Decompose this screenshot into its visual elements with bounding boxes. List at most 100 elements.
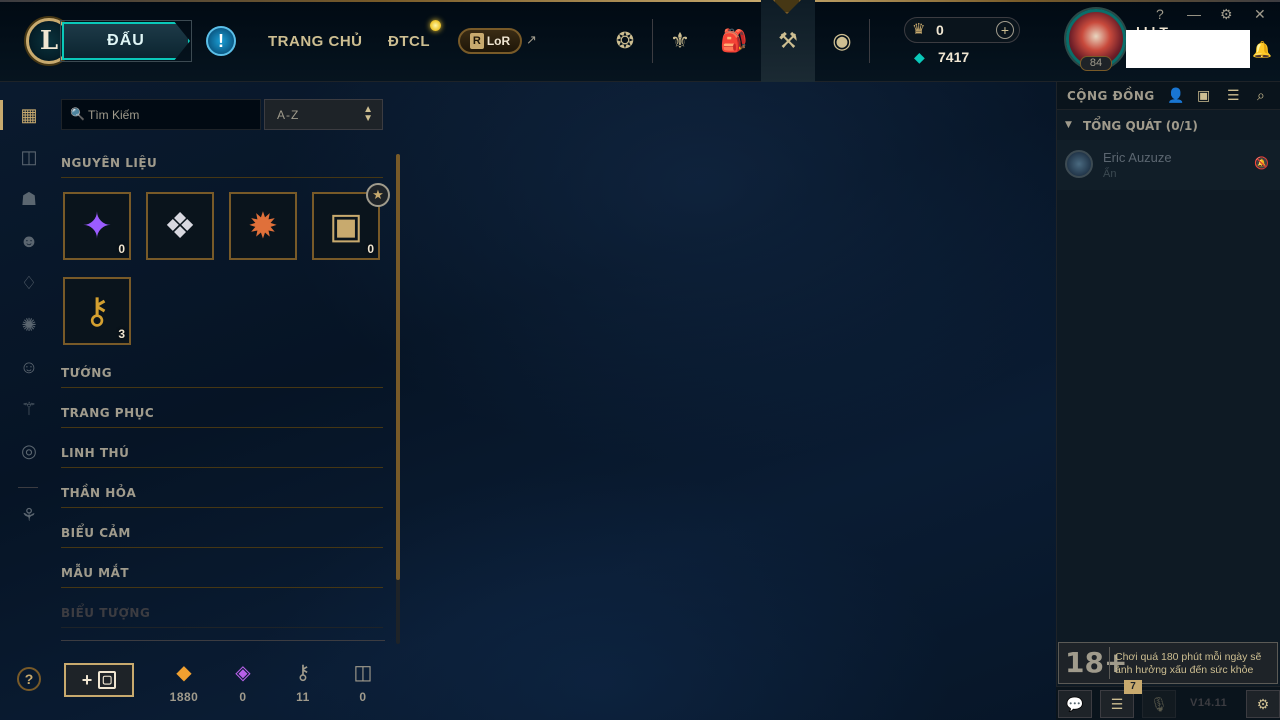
rail-chest-icon[interactable]: ◫ bbox=[14, 142, 44, 172]
friend-status: Ẩn bbox=[1103, 168, 1117, 180]
nav-home[interactable]: TRANG CHỦ bbox=[268, 33, 363, 50]
category-skins[interactable]: TRANG PHỤC bbox=[61, 406, 383, 428]
age-rating-notice: 18+ Chơi quá 180 phút mỗi ngày sẽ ảnh hư… bbox=[1058, 642, 1278, 684]
collection-icon[interactable]: ⚜ bbox=[653, 0, 707, 82]
rail-profile-icon[interactable]: ◎ bbox=[14, 436, 44, 466]
lor-badge-icon: R bbox=[469, 33, 484, 49]
rail-champion-icon[interactable]: ☗ bbox=[14, 184, 44, 214]
chest-value: 0 bbox=[359, 690, 367, 704]
search-icon[interactable]: ⌕ bbox=[1257, 87, 1265, 104]
search-icon: 🔍 bbox=[70, 107, 85, 121]
group-label: TỔNG QUÁT (0/1) bbox=[1083, 119, 1198, 133]
rail-active-indicator bbox=[0, 100, 3, 130]
loot-filter-rail: ▦ ◫ ☗ ☻ ♢ ✺ ☺ ⚚ ◎ ⚘ ? bbox=[0, 82, 56, 720]
category-emotes[interactable]: BIỂU CẢM bbox=[61, 526, 383, 548]
help-icon[interactable]: ? bbox=[1156, 6, 1164, 22]
category-wards[interactable]: MẪU MẮT bbox=[61, 566, 383, 588]
blue-essence-value: 7417 bbox=[938, 49, 970, 65]
key-fragment-counter: ⚷ 11 bbox=[281, 660, 325, 704]
store-icon[interactable]: ◉ bbox=[815, 0, 869, 82]
bag-icon[interactable]: 🎒 bbox=[707, 0, 761, 82]
social-header: CỘNG ĐỒNG 👤 ▣ ☰ ⌕ bbox=[1057, 82, 1280, 110]
orb-tile[interactable]: ❖ bbox=[146, 192, 214, 260]
summoner-name-redaction bbox=[1126, 30, 1250, 68]
friend-avatar bbox=[1065, 150, 1093, 178]
key-fragment-icon: ⚷ bbox=[295, 662, 311, 684]
search-input[interactable] bbox=[88, 104, 256, 126]
lor-label: LoR bbox=[486, 34, 511, 48]
bug-report-icon[interactable]: ⚙ bbox=[1246, 690, 1280, 718]
category-materials[interactable]: NGUYÊN LIỆU bbox=[61, 156, 383, 178]
category-eternals[interactable]: THẦN HỎA bbox=[61, 486, 383, 508]
category-champions[interactable]: TƯỚNG bbox=[61, 366, 383, 388]
missions-icon[interactable]: ☰ bbox=[1100, 690, 1134, 718]
rail-summoner-icon[interactable]: ⚚ bbox=[14, 394, 44, 424]
mute-icon: 🔕 bbox=[1254, 156, 1269, 170]
event-token-tile[interactable]: ✹ bbox=[229, 192, 297, 260]
mythic-essence-counter: ◈ 0 bbox=[221, 660, 265, 704]
orange-essence-value: 1880 bbox=[169, 690, 199, 704]
mythic-essence-value: 0 bbox=[239, 690, 247, 704]
tile-count: 0 bbox=[367, 242, 374, 256]
tft-notification-dot bbox=[430, 20, 441, 31]
rail-face-icon[interactable]: ☺ bbox=[14, 352, 44, 382]
play-button[interactable]: ĐẤU bbox=[62, 22, 190, 60]
scrollbar-thumb[interactable] bbox=[396, 154, 400, 580]
close-icon[interactable]: ✕ bbox=[1254, 6, 1266, 23]
profile-crest-icon[interactable]: ❂ bbox=[598, 0, 652, 82]
list-item[interactable]: Eric Auzuze Ẩn 🔕 bbox=[1057, 140, 1280, 190]
missions-badge: 7 bbox=[1124, 680, 1142, 694]
top-navigation-bar: L ĐẤU ! TRANG CHỦ ĐTCL R LoR ↗ ❂ ⚜ 🎒 ⚒ ◉… bbox=[0, 0, 1280, 82]
alert-icon[interactable]: ! bbox=[206, 26, 236, 56]
bell-icon[interactable]: 🔔 bbox=[1252, 40, 1272, 60]
chat-icon[interactable]: 💬 bbox=[1058, 690, 1092, 718]
summoner-level: 84 bbox=[1080, 56, 1112, 71]
rail-skin-icon[interactable]: ☻ bbox=[14, 226, 44, 256]
add-folder-icon[interactable]: ▣ bbox=[1197, 87, 1210, 104]
help-button[interactable]: ? bbox=[17, 667, 41, 691]
orange-essence-counter: ◆ 1880 bbox=[162, 660, 206, 704]
mic-icon[interactable]: 🎙 bbox=[1142, 690, 1176, 718]
category-icons[interactable]: BIỂU TƯỢNG bbox=[61, 606, 383, 628]
list-icon[interactable]: ☰ bbox=[1227, 87, 1240, 104]
essence-icon: ✦ bbox=[81, 205, 113, 246]
buy-rp-button[interactable]: + bbox=[996, 21, 1014, 39]
essence-tile[interactable]: ✦ 0 bbox=[63, 192, 131, 260]
rail-other-icon[interactable]: ⚘ bbox=[14, 500, 44, 530]
craft-chest-button[interactable]: + ▢ bbox=[64, 663, 134, 697]
sort-select[interactable]: A-Z ▲ ▼ bbox=[264, 99, 383, 130]
chest-icon: ▣ bbox=[328, 205, 363, 246]
sort-value: A-Z bbox=[277, 108, 300, 122]
chevron-down-icon: ▼ bbox=[1065, 120, 1072, 130]
chest-icon: ◫ bbox=[353, 662, 373, 684]
tile-count: 0 bbox=[118, 242, 125, 256]
social-panel: CỘNG ĐỒNG 👤 ▣ ☰ ⌕ ▼ TỔNG QUÁT (0/1) Eric… bbox=[1056, 82, 1280, 720]
rail-ward-icon[interactable]: ♢ bbox=[14, 268, 44, 298]
key-fragment-value: 11 bbox=[296, 690, 310, 704]
orange-essence-icon: ◆ bbox=[176, 662, 192, 684]
rp-icon: ♛ bbox=[912, 21, 926, 38]
health-warning: Chơi quá 180 phút mỗi ngày sẽ ảnh hưởng … bbox=[1115, 651, 1262, 676]
orb-icon: ❖ bbox=[163, 205, 197, 246]
friend-group-general[interactable]: ▼ TỔNG QUÁT (0/1) bbox=[1057, 114, 1280, 138]
minimize-icon[interactable]: — bbox=[1187, 6, 1201, 22]
rp-value: 0 bbox=[936, 22, 944, 38]
settings-icon[interactable]: ⚙ bbox=[1220, 6, 1233, 23]
nav-tft[interactable]: ĐTCL bbox=[388, 33, 430, 50]
social-title: CỘNG ĐỒNG bbox=[1067, 89, 1155, 103]
divider bbox=[18, 487, 38, 488]
tile-count: 3 bbox=[118, 327, 125, 341]
key-tile[interactable]: ⚷ 3 bbox=[63, 277, 131, 345]
add-friend-icon[interactable]: 👤 bbox=[1167, 87, 1184, 104]
lor-button[interactable]: R LoR bbox=[458, 28, 522, 54]
search-input-wrapper: 🔍 bbox=[61, 99, 261, 130]
rail-all-icon[interactable]: ▦ bbox=[14, 100, 44, 130]
key-icon: ⚷ bbox=[83, 290, 111, 331]
nav-icon-group: ❂ ⚜ 🎒 ⚒ ◉ bbox=[598, 0, 870, 82]
rail-emote-icon[interactable]: ✺ bbox=[14, 310, 44, 340]
friend-name: Eric Auzuze bbox=[1103, 150, 1172, 165]
chest-icon: ▢ bbox=[98, 671, 117, 689]
category-companions[interactable]: LINH THÚ bbox=[61, 446, 383, 468]
divider bbox=[1109, 647, 1110, 679]
blue-essence-icon: ◆ bbox=[914, 49, 925, 65]
